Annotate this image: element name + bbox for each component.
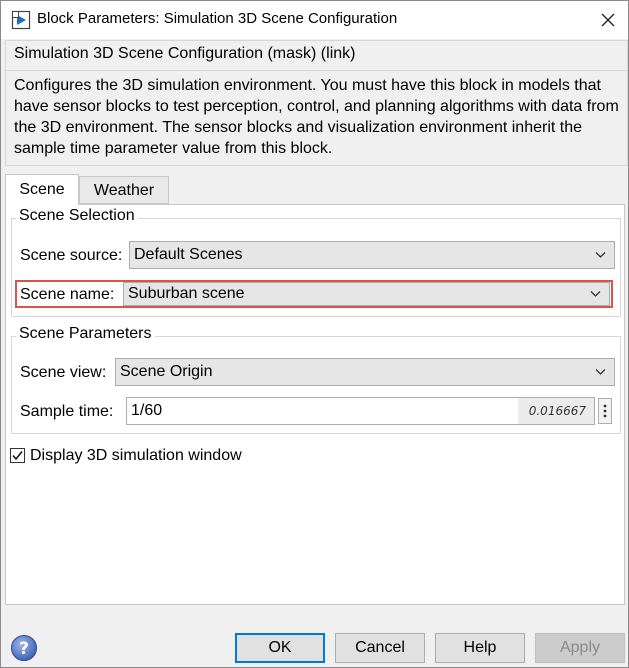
scene-name-value: Suburban scene (128, 285, 245, 302)
mask-description-panel: Simulation 3D Scene Configuration (mask)… (5, 40, 628, 166)
tab-weather[interactable]: Weather (79, 176, 169, 204)
ok-button[interactable]: OK (235, 633, 325, 663)
window-title: Block Parameters: Simulation 3D Scene Co… (37, 10, 398, 27)
scene-selection-group: Scene Selection Scene source: Default Sc… (11, 207, 621, 317)
scene-name-label: Scene name: (20, 286, 115, 303)
mask-divider (6, 70, 627, 71)
title-bar: Block Parameters: Simulation 3D Scene Co… (1, 1, 628, 39)
display-window-label[interactable]: Display 3D simulation window (30, 447, 242, 465)
sample-time-input[interactable]: 1/60 0.016667 (126, 397, 595, 425)
scene-view-label: Scene view: (20, 364, 107, 381)
scene-source-value: Default Scenes (134, 246, 243, 263)
display-window-checkbox[interactable] (10, 448, 25, 463)
scene-name-dropdown[interactable]: Suburban scene (123, 282, 610, 306)
apply-button[interactable]: Apply (535, 633, 625, 663)
chevron-down-icon (595, 369, 606, 375)
mask-header[interactable]: Simulation 3D Scene Configuration (mask)… (14, 45, 355, 63)
sample-time-evaluated: 0.016667 (518, 398, 594, 424)
question-icon: ? (11, 635, 37, 661)
chevron-down-icon (595, 252, 606, 258)
sample-time-value: 1/60 (131, 402, 163, 419)
checkmark-icon (12, 451, 23, 461)
chevron-down-icon (590, 291, 601, 297)
sample-time-label: Sample time: (20, 403, 114, 420)
sample-time-menu-button[interactable] (598, 398, 612, 424)
scene-view-dropdown[interactable]: Scene Origin (115, 358, 615, 386)
close-button[interactable] (589, 1, 627, 39)
cancel-button[interactable]: Cancel (335, 633, 425, 663)
scene-source-dropdown[interactable]: Default Scenes (129, 241, 615, 269)
scene-view-value: Scene Origin (120, 363, 213, 380)
scene-parameters-title: Scene Parameters (16, 325, 155, 343)
scene-parameters-group: Scene Parameters Scene view: Scene Origi… (11, 325, 621, 434)
help-question-button[interactable]: ? (10, 634, 38, 662)
scene-selection-title: Scene Selection (16, 207, 138, 225)
vertical-dots-icon (603, 404, 607, 418)
mask-description: Configures the 3D simulation environment… (14, 77, 619, 157)
dialog-window: Block Parameters: Simulation 3D Scene Co… (0, 0, 629, 668)
tab-scene[interactable]: Scene (5, 174, 79, 205)
svg-text:?: ? (19, 639, 29, 659)
tab-content-scene: Scene Selection Scene source: Default Sc… (5, 204, 625, 605)
help-button[interactable]: Help (435, 633, 525, 663)
scene-source-label: Scene source: (20, 247, 123, 264)
simulink-block-icon (11, 10, 31, 30)
close-icon (601, 13, 615, 27)
